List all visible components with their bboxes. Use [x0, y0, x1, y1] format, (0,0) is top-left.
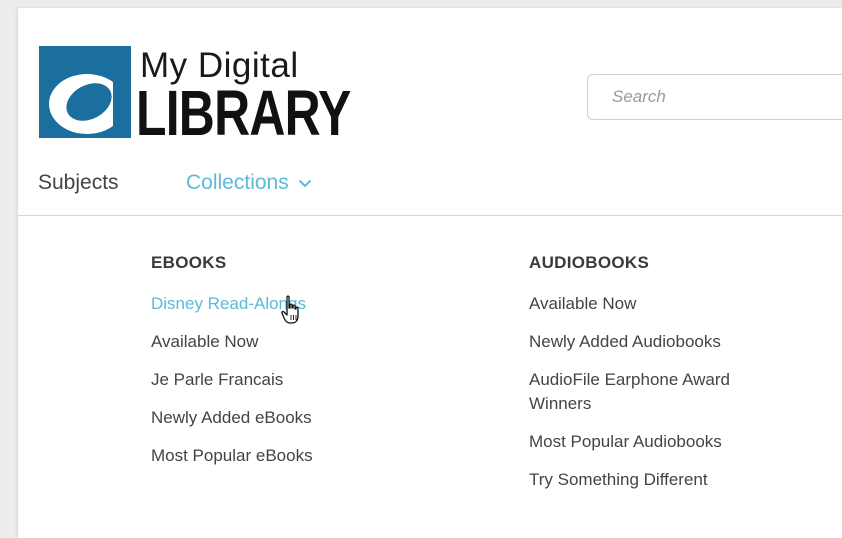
page: My Digital LIBRARY Subjects Collections …	[18, 8, 842, 538]
menu-item-je-parle-francais[interactable]: Je Parle Francais	[151, 368, 471, 392]
site-logo[interactable]: My Digital LIBRARY	[39, 46, 351, 149]
menu-item-most-popular-audiobooks[interactable]: Most Popular Audiobooks	[529, 430, 829, 454]
logo-text-library: LIBRARY	[136, 77, 351, 149]
nav-collections[interactable]: Collections	[186, 168, 313, 198]
nav-subjects[interactable]: Subjects	[38, 171, 119, 195]
audiobooks-column: AUDIOBOOKS Available Now Newly Added Aud…	[529, 253, 829, 506]
header-divider	[18, 215, 842, 216]
menu-item-audiofile-earphone-award-winners[interactable]: AudioFile Earphone Award Winners	[529, 368, 779, 416]
menu-item-try-something-different[interactable]: Try Something Different	[529, 468, 829, 492]
ebooks-heading: EBOOKS	[151, 253, 227, 272]
menu-item-newly-added-ebooks[interactable]: Newly Added eBooks	[151, 406, 471, 430]
main-nav: Subjects Collections	[38, 168, 311, 198]
logo-mark-icon	[39, 46, 131, 138]
menu-item-most-popular-ebooks[interactable]: Most Popular eBooks	[151, 444, 471, 468]
menu-item-audiobooks-available-now[interactable]: Available Now	[529, 292, 829, 316]
menu-item-newly-added-audiobooks[interactable]: Newly Added Audiobooks	[529, 330, 829, 354]
audiobooks-heading: AUDIOBOOKS	[529, 253, 650, 272]
ebooks-column: EBOOKS Disney Read-Alongs Available Now …	[151, 253, 471, 482]
nav-collections-label: Collections	[186, 171, 289, 194]
menu-item-disney-read-alongs[interactable]: Disney Read-Alongs	[151, 292, 471, 316]
search-input[interactable]	[587, 74, 842, 120]
menu-item-ebooks-available-now[interactable]: Available Now	[151, 330, 471, 354]
chevron-down-icon	[298, 180, 311, 187]
